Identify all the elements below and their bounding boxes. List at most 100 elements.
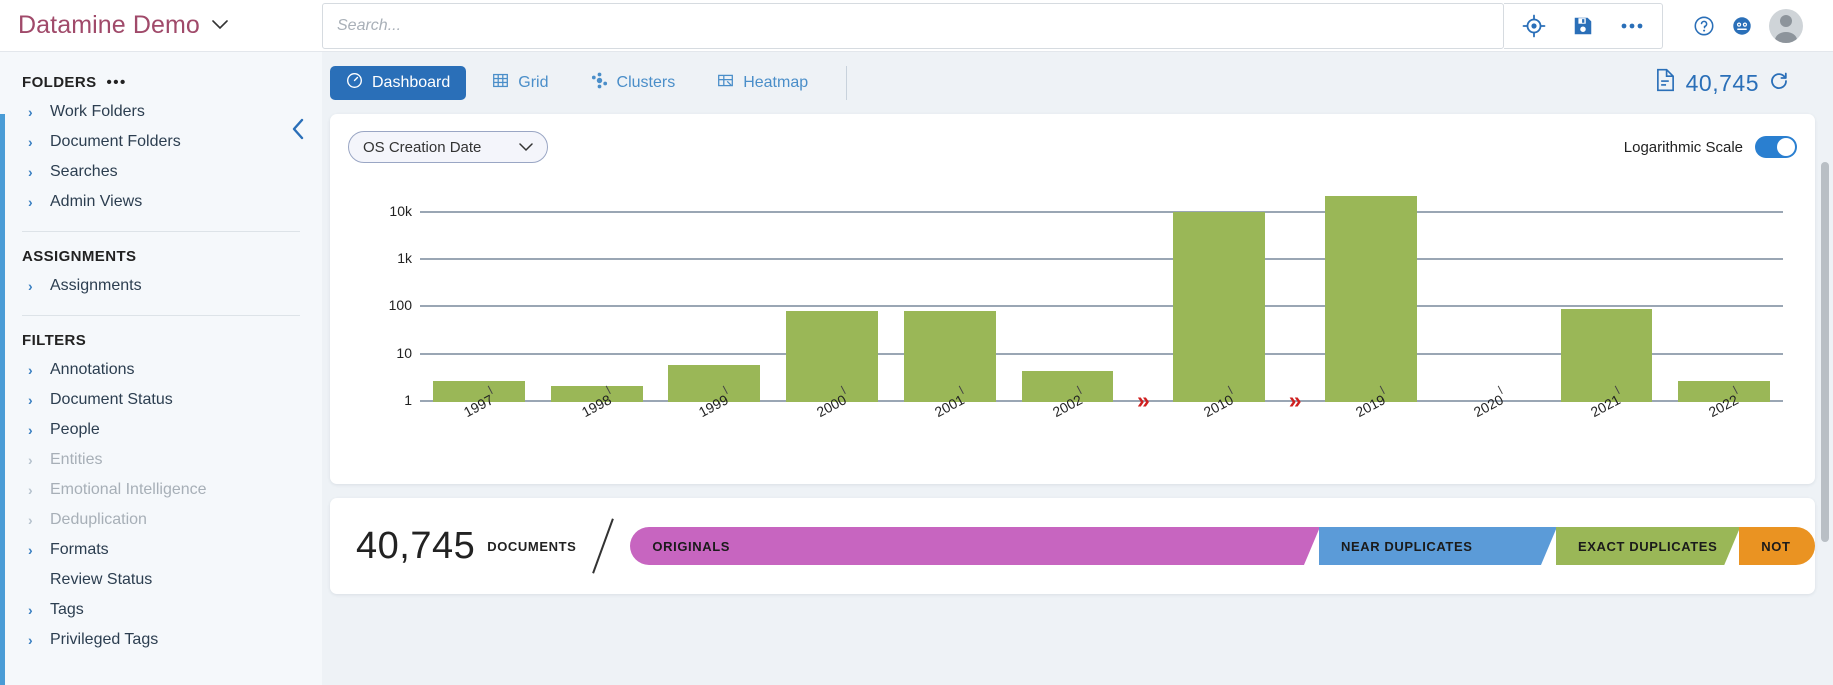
sidebar-item-label: Work Folders xyxy=(50,103,145,121)
tab-heatmap[interactable]: Heatmap xyxy=(701,66,824,100)
help-icon[interactable] xyxy=(1693,15,1715,37)
bar[interactable] xyxy=(1022,371,1114,402)
document-icon xyxy=(1655,68,1676,98)
main-content: Dashboard Grid xyxy=(322,52,1833,685)
refresh-icon[interactable] xyxy=(1769,70,1789,97)
sidebar-item-label: Deduplication xyxy=(50,511,147,529)
target-icon[interactable] xyxy=(1522,14,1546,38)
sidebar-item-searches[interactable]: ›Searches xyxy=(0,157,322,187)
bar-slot xyxy=(1665,184,1783,402)
segment-label: EXACT DUPLICATES xyxy=(1578,539,1717,554)
search-box[interactable] xyxy=(322,3,1504,49)
sidebar-item-label: Annotations xyxy=(50,361,135,379)
segment-label: NOT xyxy=(1761,539,1790,554)
segment-notch xyxy=(1724,527,1740,565)
y-axis-tick-label: 10k xyxy=(389,203,412,219)
section-more-icon[interactable]: ••• xyxy=(106,74,126,91)
bar[interactable] xyxy=(668,365,760,402)
sidebar-item-label: People xyxy=(50,421,100,439)
sidebar-item-privileged-tags[interactable]: ›Privileged Tags xyxy=(0,625,322,655)
plot-area: 1101001k10k »» xyxy=(420,184,1783,402)
vertical-scrollbar[interactable] xyxy=(1819,104,1831,685)
bar-slot xyxy=(420,184,538,402)
sidebar-item-label: Document Folders xyxy=(50,133,181,151)
x-tick: 2020 xyxy=(1430,402,1548,446)
more-options-icon[interactable] xyxy=(1620,22,1644,30)
sidebar-collapse-icon[interactable] xyxy=(290,118,306,144)
chevron-right-icon: › xyxy=(28,542,38,558)
top-bar: Datamine Demo xyxy=(0,0,1833,52)
sidebar-section-title: ASSIGNMENTS xyxy=(22,248,136,265)
sidebar-section-header: FILTERS xyxy=(0,326,322,355)
bar[interactable] xyxy=(551,386,643,402)
sidebar-item-annotations[interactable]: › Annotations xyxy=(0,355,322,385)
bar[interactable] xyxy=(904,311,996,402)
search-actions xyxy=(1504,3,1663,49)
bar-series: »» xyxy=(420,184,1783,402)
sidebar-item-tags[interactable]: ›Tags xyxy=(0,595,322,625)
chevron-right-icon: › xyxy=(28,632,38,648)
sidebar-section-header: ASSIGNMENTS xyxy=(0,242,322,271)
chart-header: OS Creation Date Logarithmic Scale xyxy=(348,128,1797,166)
y-axis-tick-label: 100 xyxy=(389,297,412,313)
sidebar-item-work-folders[interactable]: ›Work Folders xyxy=(0,97,322,127)
x-axis-labels: 1997199819992000200120022010201920202021… xyxy=(420,402,1783,446)
search-area xyxy=(322,3,1671,49)
sidebar-item-admin-views[interactable]: ›Admin Views xyxy=(0,187,322,217)
sidebar: FOLDERS•••›Work Folders›Document Folders… xyxy=(0,52,322,685)
chevron-right-icon: › xyxy=(28,362,38,378)
tab-divider xyxy=(846,66,847,100)
bar[interactable] xyxy=(1325,196,1417,402)
sidebar-item-document-folders[interactable]: ›Document Folders xyxy=(0,127,322,157)
chevron-right-icon: › xyxy=(28,278,38,294)
segment-not[interactable]: NOT xyxy=(1739,527,1815,565)
segment-originals[interactable]: ORIGINALS xyxy=(630,527,1319,565)
body: FOLDERS•••›Work Folders›Document Folders… xyxy=(0,52,1833,685)
assistant-icon[interactable] xyxy=(1731,15,1753,37)
segment-exact-duplicates[interactable]: EXACT DUPLICATES xyxy=(1556,527,1739,565)
document-count: 40,745 xyxy=(1655,68,1809,98)
tab-grid[interactable]: Grid xyxy=(476,66,564,100)
bar[interactable] xyxy=(433,381,525,402)
field-select-value: OS Creation Date xyxy=(363,139,481,156)
sidebar-item-people[interactable]: › People xyxy=(0,415,322,445)
sidebar-divider xyxy=(22,231,300,232)
field-select[interactable]: OS Creation Date xyxy=(348,131,548,163)
x-tick: 2002 xyxy=(1009,402,1127,446)
sidebar-item-review-status[interactable]: Review Status xyxy=(0,565,322,595)
tab-clusters[interactable]: Clusters xyxy=(575,66,692,100)
bar-chart: 1101001k10k »» 1997199819992000200120022… xyxy=(348,174,1797,474)
segment-near-duplicates[interactable]: NEAR DUPLICATES xyxy=(1319,527,1556,565)
bar[interactable] xyxy=(1561,309,1653,402)
sidebar-item-label: Entities xyxy=(50,451,102,469)
bar[interactable] xyxy=(1678,381,1770,402)
brand-menu[interactable]: Datamine Demo xyxy=(0,11,322,40)
sidebar-item-formats[interactable]: ›Formats xyxy=(0,535,322,565)
avatar[interactable] xyxy=(1769,9,1803,43)
tab-dashboard[interactable]: Dashboard xyxy=(330,66,466,100)
bar-slot xyxy=(773,184,891,402)
bar-slot xyxy=(1548,184,1666,402)
sidebar-item-label: Emotional Intelligence xyxy=(50,481,207,499)
grid-icon xyxy=(492,72,509,94)
search-input[interactable] xyxy=(337,17,1489,35)
log-scale-toggle[interactable] xyxy=(1755,136,1797,158)
sidebar-divider xyxy=(22,315,300,316)
chart-card: OS Creation Date Logarithmic Scale 11010… xyxy=(330,114,1815,484)
sidebar-item-emotional-intelligence: ›Emotional Intelligence xyxy=(0,475,322,505)
save-icon[interactable] xyxy=(1572,15,1594,37)
sidebar-section-title: FOLDERS xyxy=(22,74,96,91)
chevron-down-icon[interactable] xyxy=(212,18,228,33)
summary-card: 40,745 DOCUMENTS ORIGINALSNEAR DUPLICATE… xyxy=(330,498,1815,594)
axis-break-icon: » xyxy=(1137,389,1150,412)
sidebar-item-document-status[interactable]: ›Document Status xyxy=(0,385,322,415)
summary-divider xyxy=(593,518,615,573)
log-scale-control: Logarithmic Scale xyxy=(1624,136,1797,158)
segment-label: NEAR DUPLICATES xyxy=(1341,539,1473,554)
bar[interactable] xyxy=(1173,212,1265,402)
scrollbar-thumb[interactable] xyxy=(1821,162,1829,542)
bar[interactable] xyxy=(786,311,878,402)
sidebar-section-header: FOLDERS ••• xyxy=(0,68,322,97)
chevron-right-icon: › xyxy=(28,422,38,438)
sidebar-item-assignments[interactable]: ›Assignments xyxy=(0,271,322,301)
